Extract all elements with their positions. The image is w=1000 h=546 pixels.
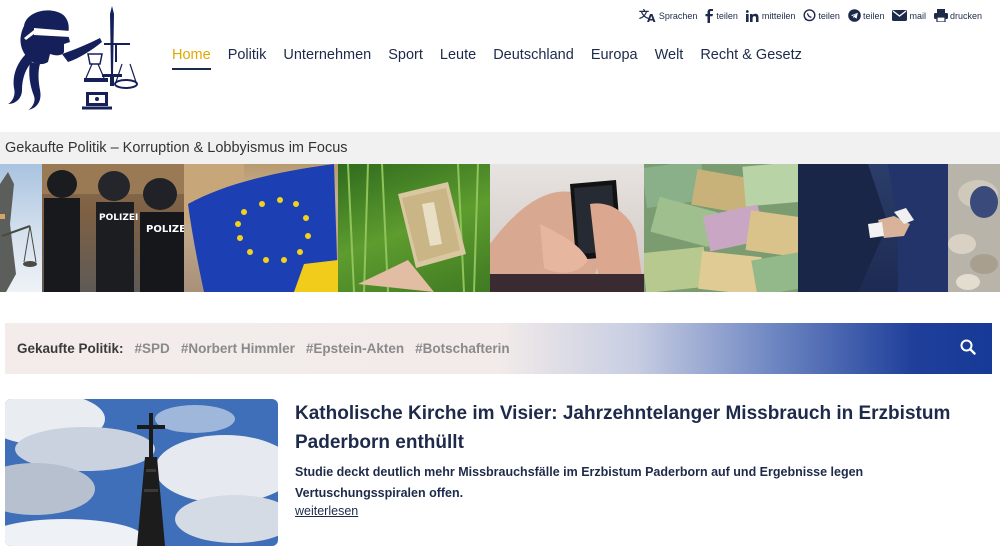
whatsapp-label: teilen bbox=[818, 10, 840, 21]
banner-smartphone-image bbox=[490, 164, 644, 292]
whatsapp-icon bbox=[803, 9, 816, 22]
read-more-link[interactable]: weiterlesen bbox=[295, 504, 358, 518]
tag-bar-label: Gekaufte Politik: bbox=[17, 341, 124, 356]
svg-text:A: A bbox=[647, 12, 656, 23]
nav-item-europa[interactable]: Europa bbox=[591, 47, 638, 70]
banner-police-image: POLIZEI POLIZEI bbox=[42, 164, 184, 292]
nav-item-unternehmen[interactable]: Unternehmen bbox=[283, 47, 371, 70]
print-button[interactable]: drucken bbox=[933, 9, 982, 22]
linkedin-icon bbox=[745, 9, 759, 22]
telegram-icon bbox=[848, 9, 861, 22]
nav-item-leute[interactable]: Leute bbox=[440, 47, 476, 70]
banner-handshake-image bbox=[798, 164, 948, 292]
article-title[interactable]: Katholische Kirche im Visier: Jahrzehnte… bbox=[295, 399, 985, 457]
tag-link-botschafterin[interactable]: #Botschafterin bbox=[415, 341, 510, 356]
banner-euro-bills-image bbox=[644, 164, 798, 292]
linkedin-label: mitteilen bbox=[761, 10, 796, 21]
nav-item-politik[interactable]: Politik bbox=[228, 47, 267, 70]
logo-justitia-icon[interactable] bbox=[4, 4, 144, 116]
whatsapp-share-button[interactable]: teilen bbox=[803, 9, 840, 22]
translate-button[interactable]: 文A Sprachen bbox=[639, 8, 698, 23]
tag-link-epstein-akten[interactable]: #Epstein-Akten bbox=[306, 341, 404, 356]
facebook-share-button[interactable]: teilen bbox=[705, 8, 738, 23]
site-header: 文A Sprachen teilen mitteilen teilen teil… bbox=[0, 0, 1000, 132]
facebook-icon bbox=[705, 8, 714, 23]
site-tagline: Gekaufte Politik – Korruption & Lobbyism… bbox=[0, 132, 1000, 164]
police-text-2: POLIZEI bbox=[146, 224, 184, 235]
facebook-label: teilen bbox=[716, 10, 738, 21]
nav-item-welt[interactable]: Welt bbox=[655, 47, 684, 70]
translate-label: Sprachen bbox=[658, 10, 698, 21]
mail-icon bbox=[892, 10, 908, 21]
telegram-share-button[interactable]: teilen bbox=[848, 9, 885, 22]
article-image-church-cross[interactable] bbox=[5, 399, 278, 546]
translate-icon: 文A bbox=[639, 8, 656, 23]
banner-justitia-image bbox=[0, 164, 42, 292]
tag-bar: Gekaufte Politik: #SPD #Norbert Himmler … bbox=[5, 323, 992, 374]
telegram-label: teilen bbox=[862, 10, 885, 21]
mail-label: mail bbox=[909, 10, 926, 21]
nav-item-sport[interactable]: Sport bbox=[388, 47, 423, 70]
banner-money-grass-image bbox=[338, 164, 490, 292]
print-icon bbox=[933, 9, 948, 22]
search-button[interactable] bbox=[960, 339, 976, 358]
tag-link-norbert-himmler[interactable]: #Norbert Himmler bbox=[181, 341, 295, 356]
article-teaser: Studie deckt deutlich mehr Missbrauchsfä… bbox=[295, 465, 864, 500]
print-label: drucken bbox=[949, 10, 982, 21]
tag-link-spd[interactable]: #SPD bbox=[135, 341, 170, 356]
banner-collage: POLIZEI POLIZEI bbox=[0, 164, 1000, 292]
nav-item-recht-gesetz[interactable]: Recht & Gesetz bbox=[700, 47, 802, 70]
search-icon bbox=[960, 339, 976, 355]
nav-item-home[interactable]: Home bbox=[172, 47, 211, 70]
share-bar: 文A Sprachen teilen mitteilen teilen teil… bbox=[639, 8, 982, 23]
linkedin-share-button[interactable]: mitteilen bbox=[745, 9, 796, 22]
nav-item-deutschland[interactable]: Deutschland bbox=[493, 47, 574, 70]
police-text: POLIZEI bbox=[99, 213, 138, 223]
banner-eu-flag-image bbox=[184, 164, 338, 292]
main-nav: Home Politik Unternehmen Sport Leute Deu… bbox=[172, 47, 802, 70]
mail-share-button[interactable]: mail bbox=[892, 10, 926, 21]
banner-shells-image bbox=[948, 164, 1000, 292]
